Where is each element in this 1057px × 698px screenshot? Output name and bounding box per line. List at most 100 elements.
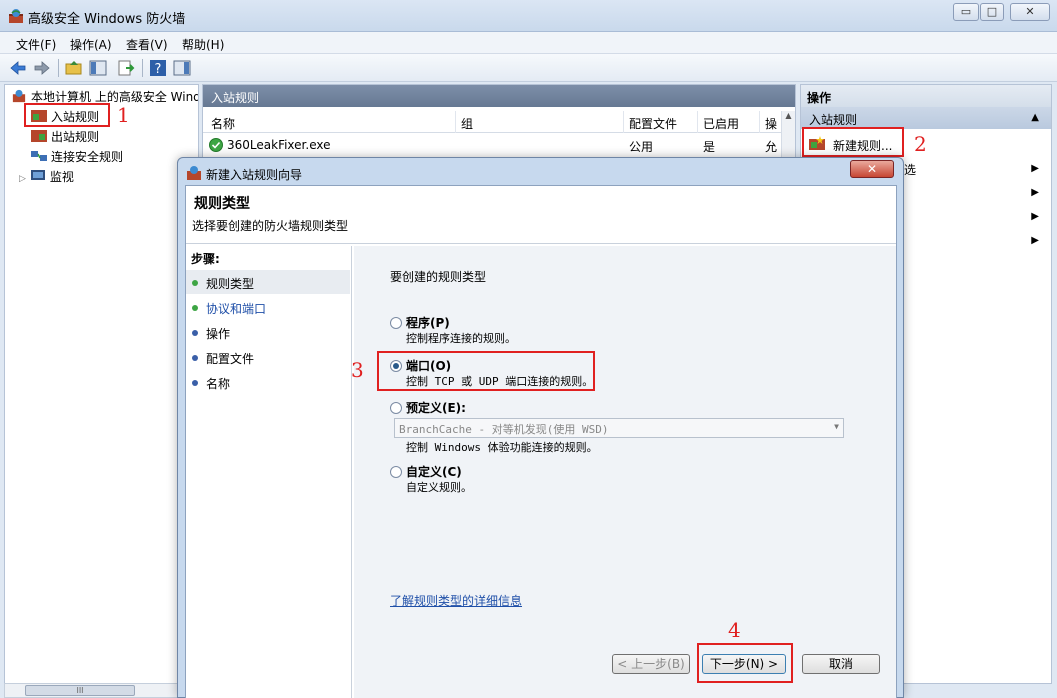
steps-title: 步骤: [191,252,220,266]
submenu-arrow-icon[interactable]: ▶ [1031,235,1039,246]
tree-item-outbound-rules[interactable]: 出站规则 [31,128,99,145]
annotation-2: 2 [914,132,927,156]
new-inbound-rule-wizard: 新建入站规则向导 ✕ 规则类型 选择要创建的防火墙规则类型 步骤: 规则类型 协… [177,157,904,698]
dialog-body: 规则类型 选择要创建的防火墙规则类型 步骤: 规则类型 协议和端口 操作 配置文… [185,185,897,698]
navigation-tree: 本地计算机 上的高级安全 Windows 入站规则 出站规则 连接安全规则 ▷ … [4,84,199,684]
option-predefined-label[interactable]: 预定义(E): [406,399,466,416]
step-dot-icon [192,330,198,336]
learn-more-link[interactable]: 了解规则类型的详细信息 [390,592,522,609]
annotation-3: 3 [351,358,364,382]
radio-program[interactable] [390,317,402,329]
firewall-icon [12,89,26,103]
step-label: 协议和端口 [206,302,267,316]
connection-security-icon [31,151,47,161]
step-rule-type[interactable]: 规则类型 [186,270,350,294]
menu-file[interactable]: 文件(F) [16,36,56,53]
rule-type-prompt: 要创建的规则类型 [390,270,487,284]
back-arrow-icon[interactable] [8,58,28,78]
actions-section-inbound[interactable]: 入站规则 ▲ [801,107,1051,129]
dialog-close-button[interactable]: ✕ [850,160,894,178]
step-protocol-port[interactable]: 协议和端口 [186,295,350,319]
step-label: 操作 [206,327,231,341]
option-program-desc: 控制程序连接的规则。 [406,332,516,345]
dialog-header: 规则类型 选择要创建的防火墙规则类型 [186,186,896,244]
firewall-icon [187,166,201,180]
highlight-box-1 [24,103,110,127]
step-dot-icon [192,280,198,286]
annotation-1: 1 [117,103,130,127]
menu-view[interactable]: 查看(V) [126,36,168,53]
forward-arrow-icon[interactable] [32,58,52,78]
step-profile[interactable]: 配置文件 [186,345,350,369]
step-dot-icon [192,305,198,311]
svg-text:?: ? [155,62,162,77]
column-action[interactable]: 操 [765,115,777,132]
step-label: 名称 [206,377,231,391]
highlight-box-2 [802,127,904,157]
show-hide-tree-icon[interactable] [88,58,108,78]
show-action-pane-icon[interactable] [172,58,192,78]
column-name[interactable]: 名称 [211,115,235,132]
tree-item-monitoring[interactable]: ▷ 监视 [19,168,74,185]
column-profile[interactable]: 配置文件 [629,115,677,132]
step-name[interactable]: 名称 [186,370,350,394]
table-row[interactable]: 360LeakFixer.exe 公用 是 允 [203,135,781,155]
close-button[interactable]: ✕ [1010,3,1050,21]
tree-item-label: 监视 [49,170,74,184]
predefined-select[interactable]: BranchCache - 对等机发现(使用 WSD) ▼ [394,418,844,438]
pane-title: 入站规则 [203,85,795,107]
export-list-icon[interactable] [116,58,136,78]
enabled-check-icon [209,138,223,152]
cancel-button[interactable]: 取消 [802,654,880,674]
collapse-arrow-icon[interactable]: ▲ [1031,112,1039,123]
menu-action[interactable]: 操作(A) [70,36,112,53]
option-program-label[interactable]: 程序(P) [406,314,450,331]
rule-profile: 公用 [629,140,654,154]
scrollbar-thumb[interactable]: III [25,685,135,696]
submenu-arrow-icon[interactable]: ▶ [1031,163,1039,174]
actions-title: 操作 [801,85,1051,107]
tree-item-connection-security[interactable]: 连接安全规则 [31,148,123,165]
tree-item-label: 出站规则 [51,130,100,144]
actions-section-label: 入站规则 [809,113,858,127]
step-dot-icon [192,355,198,361]
maximize-button[interactable]: □ [980,3,1004,21]
expand-arrow-icon[interactable]: ▷ [19,174,26,184]
column-header: 名称 组 配置文件 已启用 操 [203,111,795,133]
help-icon[interactable]: ? [148,58,168,78]
radio-custom[interactable] [390,466,402,478]
tree-item-label: 连接安全规则 [51,150,124,164]
minimize-button[interactable]: ▭ [953,3,979,21]
step-dot-icon [192,380,198,386]
column-group[interactable]: 组 [461,115,473,132]
chevron-down-icon: ▼ [834,422,839,431]
monitoring-icon [30,170,45,180]
column-enabled[interactable]: 已启用 [703,115,739,132]
filter-label: 选 [904,163,917,177]
step-action[interactable]: 操作 [186,320,350,344]
highlight-box-4 [697,643,793,683]
wizard-content: 要创建的规则类型 程序(P) 控制程序连接的规则。 端口(O) 控制 TCP 或… [354,246,896,698]
annotation-4: 4 [728,618,741,642]
submenu-arrow-icon[interactable]: ▶ [1031,187,1039,198]
outbound-rules-icon [31,130,47,142]
option-custom-desc: 自定义规则。 [406,481,472,494]
back-button[interactable]: < 上一步(B) [612,654,690,674]
rule-enabled: 是 [703,140,716,154]
option-predefined-desc: 控制 Windows 体验功能连接的规则。 [406,441,598,454]
up-folder-icon[interactable] [64,58,84,78]
dialog-subheading: 选择要创建的防火墙规则类型 [192,219,349,233]
rule-name: 360LeakFixer.exe [227,138,331,152]
radio-predefined[interactable] [390,402,402,414]
highlight-box-3 [377,351,595,391]
step-label: 规则类型 [206,277,255,291]
menu-help[interactable]: 帮助(H) [182,36,224,53]
dialog-title: 新建入站规则向导 [206,168,303,182]
horizontal-scrollbar[interactable]: III [4,683,199,698]
menu-bar: 文件(F) 操作(A) 查看(V) 帮助(H) [0,32,1057,54]
scroll-up-icon[interactable]: ▲ [782,111,795,120]
option-custom-label[interactable]: 自定义(C) [406,463,462,480]
rule-action: 允 [765,140,778,154]
dialog-heading: 规则类型 [194,196,250,212]
submenu-arrow-icon[interactable]: ▶ [1031,211,1039,222]
